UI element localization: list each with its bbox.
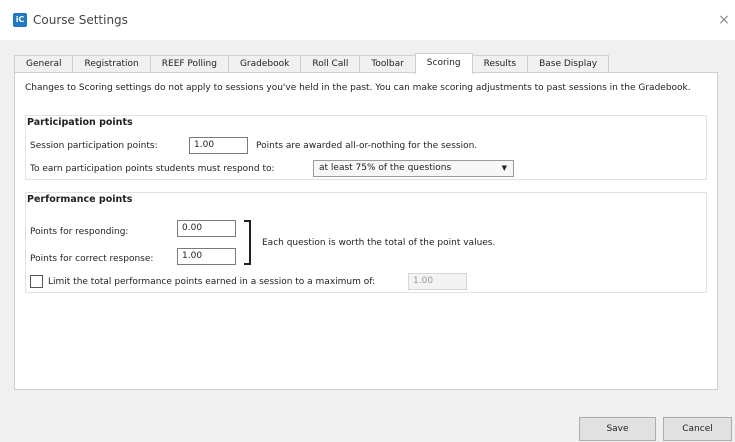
points-correct-label: Points for correct response: <box>30 254 154 264</box>
limit-performance-label: Limit the total performance points earne… <box>48 277 376 287</box>
points-responding-input[interactable]: 0.00 <box>177 220 236 237</box>
close-icon[interactable]: × <box>715 11 733 29</box>
performance-points-heading: Performance points <box>27 194 133 205</box>
app-logo-icon: iC <box>13 13 27 27</box>
scoring-notice: Changes to Scoring settings do not apply… <box>25 83 691 93</box>
respond-requirement-label: To earn participation points students mu… <box>30 164 275 174</box>
points-bracket <box>244 220 251 265</box>
scoring-panel: Changes to Scoring settings do not apply… <box>14 72 718 390</box>
tab-roll-call[interactable]: Roll Call <box>300 55 361 73</box>
save-button[interactable]: Save <box>579 417 656 441</box>
respond-requirement-select[interactable]: at least 75% of the questions ▼ <box>313 160 514 177</box>
points-correct-input[interactable]: 1.00 <box>177 248 236 265</box>
tab-registration[interactable]: Registration <box>72 55 151 73</box>
tab-scoring[interactable]: Scoring <box>414 53 473 74</box>
tab-base-display[interactable]: Base Display <box>527 55 610 73</box>
cancel-button[interactable]: Cancel <box>663 417 732 441</box>
window-title: Course Settings <box>33 13 128 27</box>
performance-points-group: Performance points Points for responding… <box>25 192 707 293</box>
tab-general[interactable]: General <box>14 55 74 73</box>
participation-points-heading: Participation points <box>27 117 133 128</box>
tab-results[interactable]: Results <box>471 55 529 73</box>
session-participation-note: Points are awarded all-or-nothing for th… <box>256 141 478 151</box>
limit-performance-input[interactable]: 1.00 <box>408 273 467 290</box>
points-responding-label: Points for responding: <box>30 227 129 237</box>
participation-points-group: Participation points Session participati… <box>25 115 707 180</box>
session-participation-label: Session participation points: <box>30 141 158 151</box>
points-bracket-note: Each question is worth the total of the … <box>262 238 496 248</box>
tab-toolbar[interactable]: Toolbar <box>359 55 416 73</box>
tab-reef-polling[interactable]: REEF Polling <box>149 55 229 73</box>
chevron-down-icon: ▼ <box>501 164 507 172</box>
tab-gradebook[interactable]: Gradebook <box>227 55 302 73</box>
tab-bar: General Registration REEF Polling Gradeb… <box>14 53 610 74</box>
session-participation-input[interactable]: 1.00 <box>189 137 248 154</box>
limit-performance-checkbox[interactable] <box>30 275 43 288</box>
title-bar: iC Course Settings × <box>0 0 735 40</box>
respond-requirement-value: at least 75% of the questions <box>319 163 452 173</box>
